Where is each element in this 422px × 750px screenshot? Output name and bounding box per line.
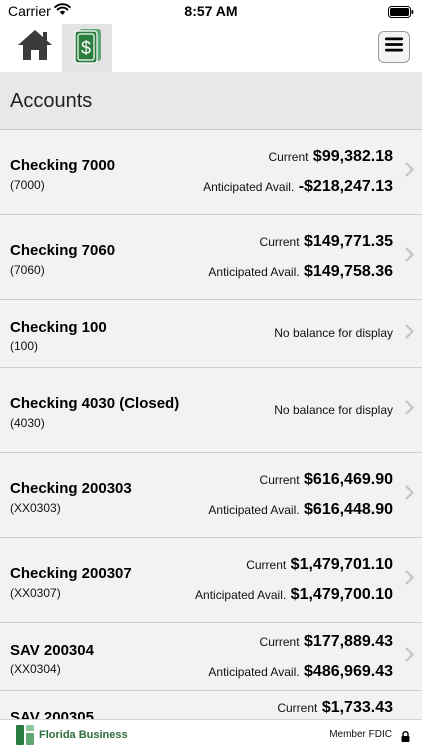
anticipated-amount: $149,758.36	[304, 263, 393, 280]
anticipated-label: Anticipated Avail.	[208, 503, 300, 517]
bank-logo-icon	[16, 725, 34, 750]
current-balance: Current $1,733.43	[277, 699, 393, 717]
footer: Florida Business Member FDIC	[0, 719, 422, 750]
current-label: Current	[277, 701, 318, 715]
anticipated-balance: Anticipated Avail. -$218,247.13	[203, 178, 393, 196]
chevron-right-icon	[405, 162, 414, 182]
anticipated-label: Anticipated Avail.	[203, 180, 295, 194]
chevron-right-icon	[405, 570, 414, 590]
current-label: Current	[268, 150, 309, 164]
chevron-right-icon	[405, 400, 414, 420]
account-name: Checking 7000	[10, 157, 116, 174]
anticipated-amount: $616,448.90	[304, 501, 393, 518]
current-balance: Current $1,479,701.10	[246, 556, 393, 574]
current-label: Current	[259, 235, 300, 249]
dollar-accounts-icon: $	[70, 27, 104, 70]
anticipated-balance: Anticipated Avail. $149,758.36	[208, 263, 393, 281]
current-amount: $177,889.43	[304, 633, 393, 650]
anticipated-balance: Anticipated Avail. $1,479,700.10	[195, 586, 393, 604]
account-number: (7000)	[10, 178, 45, 192]
current-label: Current	[259, 473, 300, 487]
no-balance-message: No balance for display	[274, 403, 393, 417]
page-title: Accounts	[10, 90, 93, 112]
account-name: Checking 4030 (Closed)	[10, 395, 180, 412]
chevron-right-icon	[405, 485, 414, 505]
current-label: Current	[259, 635, 300, 649]
anticipated-balance: Anticipated Avail. $486,969.43	[208, 663, 393, 681]
account-name: Checking 200307	[10, 565, 132, 582]
anticipated-label: Anticipated Avail.	[208, 665, 300, 679]
current-amount: $149,771.35	[304, 233, 393, 250]
account-name: Checking 200303	[10, 480, 132, 497]
current-amount: $1,479,701.10	[290, 556, 393, 573]
current-amount: $1,733.43	[321, 699, 393, 716]
account-number: (XX0303)	[10, 501, 61, 515]
anticipated-label: Anticipated Avail.	[195, 588, 287, 602]
anticipated-amount: $1,479,700.10	[290, 586, 393, 603]
battery-icon	[388, 5, 414, 23]
current-balance: Current $177,889.43	[260, 633, 393, 651]
account-name: SAV 200305	[10, 709, 94, 719]
account-number: (XX0304)	[10, 662, 61, 676]
svg-text:$: $	[81, 38, 91, 58]
current-amount: $99,382.18	[312, 148, 393, 165]
menu-button[interactable]	[378, 31, 410, 63]
current-balance: Current $149,771.35	[260, 233, 393, 251]
account-row-checking-7000[interactable]: Checking 7000 (7000) Current $99,382.18 …	[0, 130, 422, 215]
tab-home[interactable]	[10, 24, 60, 70]
account-number: (XX0307)	[10, 586, 61, 600]
chevron-right-icon	[405, 247, 414, 267]
anticipated-amount: $486,969.43	[304, 663, 393, 680]
chevron-right-icon	[405, 646, 414, 667]
current-balance: Current $99,382.18	[268, 148, 393, 166]
home-icon	[16, 28, 54, 67]
no-balance-message: No balance for display	[274, 326, 393, 340]
account-number: (4030)	[10, 416, 45, 430]
account-row-checking-200303[interactable]: Checking 200303 (XX0303) Current $616,46…	[0, 453, 422, 538]
anticipated-balance: Anticipated Avail. $616,448.90	[208, 501, 393, 519]
account-name: Checking 100	[10, 319, 107, 336]
account-list[interactable]: Checking 7000 (7000) Current $99,382.18 …	[0, 130, 422, 719]
current-amount: $616,469.90	[304, 471, 393, 488]
account-name: Checking 7060	[10, 242, 116, 259]
account-number: (7060)	[10, 263, 45, 277]
anticipated-amount: -$218,247.13	[298, 178, 393, 195]
lock-icon	[401, 729, 410, 747]
current-label: Current	[246, 558, 287, 572]
nav-bar: $	[0, 22, 422, 72]
account-row-checking-7060[interactable]: Checking 7060 (7060) Current $149,771.35…	[0, 215, 422, 300]
account-number: (100)	[10, 339, 39, 353]
tab-accounts[interactable]: $	[62, 24, 112, 72]
account-row-checking-100[interactable]: Checking 100 (100) No balance for displa…	[0, 300, 422, 368]
status-time: 8:57 AM	[184, 3, 238, 19]
account-row-checking-4030[interactable]: Checking 4030 (Closed) (4030) No balance…	[0, 368, 422, 453]
fdic-label: Member FDIC	[329, 729, 392, 740]
page-header: Accounts	[0, 72, 422, 130]
anticipated-label: Anticipated Avail.	[208, 265, 300, 279]
current-balance: Current $616,469.90	[260, 471, 393, 489]
account-name: SAV 200304	[10, 642, 94, 659]
account-row-sav-200305[interactable]: SAV 200305 Current $1,733.43	[0, 691, 422, 719]
brand-name: Florida Business	[39, 729, 128, 741]
account-row-sav-200304[interactable]: SAV 200304 (XX0304) Current $177,889.43 …	[0, 623, 422, 691]
account-row-checking-200307[interactable]: Checking 200307 (XX0307) Current $1,479,…	[0, 538, 422, 623]
hamburger-menu-icon	[385, 37, 403, 57]
status-bar: Carrier 8:57 AM	[0, 0, 422, 22]
chevron-right-icon	[405, 323, 414, 344]
